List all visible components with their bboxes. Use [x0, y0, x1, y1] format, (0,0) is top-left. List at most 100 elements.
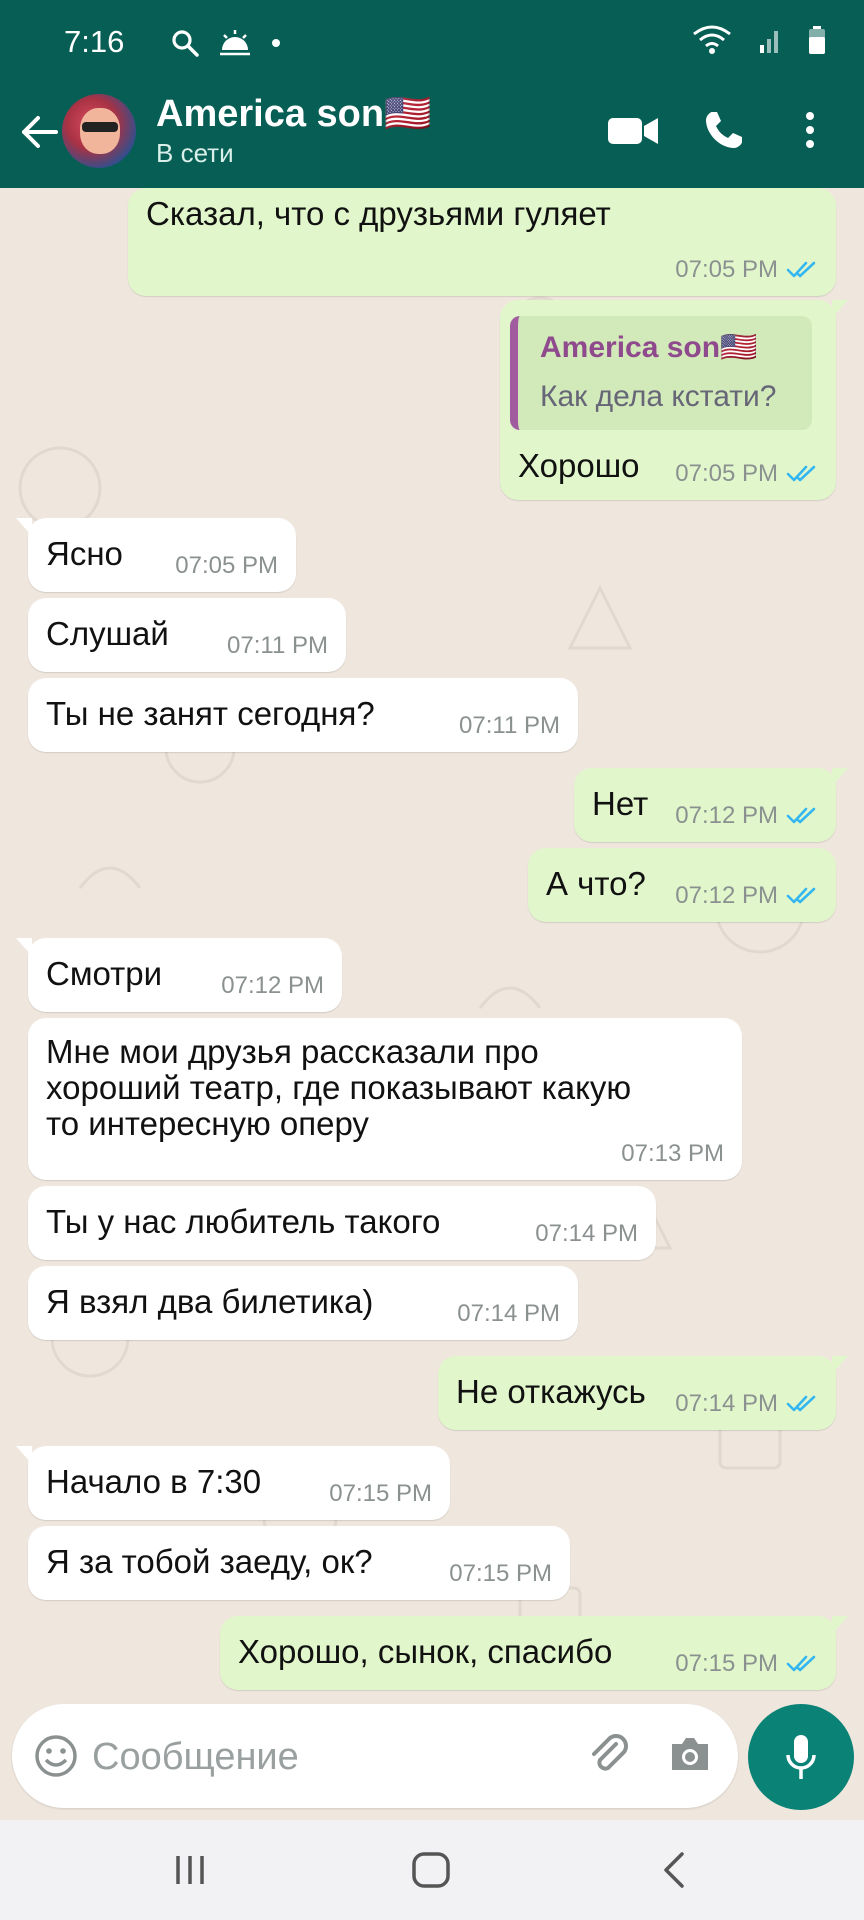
outgoing-message[interactable]: Хорошо, сынок, спасибо 07:15 PM	[220, 1616, 848, 1690]
incoming-message[interactable]: Я взял два билетика) 07:14 PM	[28, 1266, 578, 1340]
weather-icon	[220, 30, 250, 56]
message-meta: 07:12 PM	[675, 882, 818, 910]
quoted-author: America son🇺🇸	[540, 331, 758, 364]
message-text-line: хороший театр, где показывают какую	[46, 1069, 632, 1106]
message-meta: 07:05 PM	[675, 460, 818, 488]
message-time: 07:05 PM	[675, 460, 778, 487]
status-system-icons	[692, 24, 826, 56]
incoming-message[interactable]: Слушай 07:11 PM	[28, 598, 346, 672]
message-time: 07:14 PM	[675, 1390, 778, 1417]
message-meta: 07:13 PM	[621, 1140, 724, 1168]
read-ticks-icon	[786, 887, 816, 904]
incoming-message[interactable]: Начало в 7:30 07:15 PM	[16, 1446, 450, 1520]
quoted-message[interactable]: America son🇺🇸 Как дела кстати?	[510, 316, 812, 430]
message-text: Мне мои друзья рассказали про хороший теа…	[46, 1034, 631, 1142]
message-text: Сказал, что с друзьями гуляет	[146, 195, 611, 232]
incoming-message[interactable]: Ты у нас любитель такого 07:14 PM	[28, 1186, 656, 1260]
message-text: Я взял два билетика)	[46, 1283, 374, 1320]
contact-name[interactable]: America son🇺🇸	[156, 92, 431, 136]
emoji-icon[interactable]	[34, 1734, 78, 1778]
message-input[interactable]: Сообщение	[12, 1704, 738, 1808]
status-time: 7:16	[64, 24, 125, 59]
paperclip-icon[interactable]	[586, 1732, 632, 1778]
back-arrow-icon[interactable]	[16, 110, 60, 154]
camera-icon[interactable]	[668, 1734, 712, 1774]
message-text: Смотри	[46, 955, 163, 992]
message-time: 07:05 PM	[175, 552, 278, 579]
wifi-icon	[693, 25, 731, 54]
message-placeholder: Сообщение	[92, 1736, 299, 1778]
message-time: 07:15 PM	[449, 1560, 552, 1587]
home-icon[interactable]	[410, 1850, 452, 1890]
message-text: Ты не занят сегодня?	[46, 695, 375, 732]
message-meta: 07:15 PM	[329, 1480, 432, 1508]
outgoing-message[interactable]: America son🇺🇸 Как дела кстати? Хорошо 07:05…	[500, 300, 848, 500]
message-time: 07:12 PM	[675, 802, 778, 829]
message-meta: 07:14 PM	[675, 1390, 818, 1418]
message-time: 07:05 PM	[675, 256, 778, 283]
read-ticks-icon	[786, 465, 816, 482]
message-time: 07:14 PM	[535, 1220, 638, 1247]
read-ticks-icon	[786, 261, 816, 278]
voice-record-button[interactable]	[748, 1704, 854, 1810]
message-meta: 07:11 PM	[227, 632, 328, 660]
message-text: Ясно	[46, 535, 123, 572]
voice-call-icon[interactable]	[702, 108, 746, 152]
message-time: 07:15 PM	[675, 1650, 778, 1677]
message-meta: 07:15 PM	[675, 1650, 818, 1678]
read-ticks-icon	[786, 1395, 816, 1412]
outgoing-message[interactable]: А что? 07:12 PM	[528, 848, 836, 922]
incoming-message[interactable]: Я за тобой заеду, ок? 07:15 PM	[28, 1526, 570, 1600]
quoted-text: Как дела кстати?	[540, 380, 777, 413]
message-text: Хорошо, сынок, спасибо	[238, 1633, 613, 1670]
message-time: 07:15 PM	[329, 1480, 432, 1507]
video-call-icon[interactable]	[606, 108, 660, 152]
message-text: Нет	[592, 785, 649, 822]
outgoing-message[interactable]: Нет 07:12 PM	[574, 768, 848, 842]
outgoing-message[interactable]: Сказал, что с друзьями гуляет 07:05 PM	[128, 188, 836, 296]
battery-icon	[809, 26, 825, 54]
contact-status: В сети	[156, 138, 234, 168]
status-notification-icons	[170, 26, 282, 60]
more-options-icon[interactable]	[800, 108, 820, 152]
incoming-message[interactable]: Ты не занят сегодня? 07:11 PM	[28, 678, 578, 752]
message-time: 07:14 PM	[457, 1300, 560, 1327]
message-text-line: то интересную оперу	[46, 1105, 369, 1142]
message-text: Хорошо	[518, 447, 640, 484]
message-time: 07:11 PM	[227, 632, 328, 659]
message-meta: 07:05 PM	[175, 552, 278, 580]
recent-apps-icon[interactable]	[170, 1850, 210, 1890]
composer-bar: Сообщение	[0, 1700, 864, 1820]
microphone-icon	[786, 1735, 816, 1779]
read-ticks-icon	[786, 807, 816, 824]
outgoing-message[interactable]: Не откажусь 07:14 PM	[438, 1356, 848, 1430]
incoming-message[interactable]: Ясно 07:05 PM	[16, 518, 296, 592]
incoming-message[interactable]: Смотри 07:12 PM	[16, 938, 342, 1012]
message-text: Начало в 7:30	[46, 1463, 262, 1500]
signal-icon	[760, 31, 778, 53]
status-bar: 7:16	[0, 0, 864, 88]
message-text: Я за тобой заеду, ок?	[46, 1543, 373, 1580]
message-text: Слушай	[46, 615, 169, 652]
message-time: 07:12 PM	[221, 972, 324, 999]
message-time: 07:13 PM	[621, 1140, 724, 1167]
message-time: 07:12 PM	[675, 882, 778, 909]
message-time: 07:11 PM	[459, 712, 560, 739]
avatar[interactable]	[62, 94, 136, 168]
message-text: Не откажусь	[456, 1373, 646, 1410]
dot-icon	[272, 39, 280, 47]
message-text: Ты у нас любитель такого	[46, 1203, 441, 1240]
message-text: А что?	[546, 865, 646, 902]
message-meta: 07:14 PM	[457, 1300, 560, 1328]
message-meta: 07:12 PM	[675, 802, 818, 830]
read-ticks-icon	[786, 1655, 816, 1672]
chat-header: America son🇺🇸 В сети	[0, 88, 864, 188]
system-navigation-bar	[0, 1820, 864, 1920]
message-meta: 07:05 PM	[675, 256, 818, 284]
search-icon	[172, 30, 199, 57]
message-meta: 07:15 PM	[449, 1560, 552, 1588]
nav-back-icon[interactable]	[656, 1850, 692, 1890]
message-meta: 07:12 PM	[221, 972, 324, 1000]
incoming-message[interactable]: Мне мои друзья рассказали про хороший теа…	[28, 1018, 742, 1180]
message-meta: 07:11 PM	[459, 712, 560, 740]
